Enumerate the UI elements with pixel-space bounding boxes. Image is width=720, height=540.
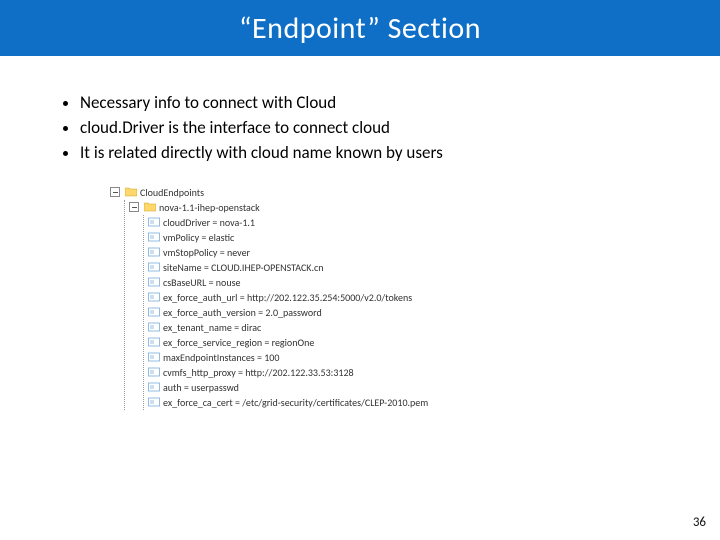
tree-attr-label: vmPolicy = elastic <box>163 230 234 245</box>
tree-attr-node: auth = userpasswd <box>148 380 720 395</box>
attr-icon <box>148 397 160 407</box>
page-number: 36 <box>693 515 706 530</box>
tree-attr-label: ex_force_service_region = regionOne <box>163 335 314 350</box>
tree-attr-label: maxEndpointInstances = 100 <box>163 350 279 365</box>
tree-attr-node: cloudDriver = nova-1.1 <box>148 215 720 230</box>
tree-attr-label: csBaseURL = nouse <box>163 275 240 290</box>
tree-attr-label: auth = userpasswd <box>163 380 239 395</box>
folder-icon <box>125 187 137 197</box>
tree-attr-node: maxEndpointInstances = 100 <box>148 350 720 365</box>
attr-icon <box>148 277 160 287</box>
tree-attr-label: cloudDriver = nova-1.1 <box>163 215 255 230</box>
tree-attr-node: csBaseURL = nouse <box>148 275 720 290</box>
title-bar: “Endpoint” Section <box>0 0 720 56</box>
tree-attr-label: ex_force_auth_url = http://202.122.35.25… <box>163 290 412 305</box>
bullet-list: Necessary info to connect with Cloud clo… <box>40 92 720 165</box>
tree-root-label: CloudEndpoints <box>140 185 204 200</box>
attr-icon <box>148 337 160 347</box>
tree-child-label: nova-1.1-ihep-openstack <box>159 200 260 215</box>
attr-icon <box>148 232 160 242</box>
bullet-item: cloud.Driver is the interface to connect… <box>80 117 720 140</box>
tree-attr-node: vmPolicy = elastic <box>148 230 720 245</box>
attr-icon <box>148 382 160 392</box>
config-tree: CloudEndpoints nova-1.1-ihep-openstack c… <box>110 185 720 410</box>
tree-attr-node: cvmfs_http_proxy = http://202.122.33.53:… <box>148 365 720 380</box>
collapse-icon <box>129 202 139 212</box>
tree-attr-node: ex_force_service_region = regionOne <box>148 335 720 350</box>
tree-attr-node: ex_force_auth_version = 2.0_password <box>148 305 720 320</box>
tree-attr-label: ex_tenant_name = dirac <box>163 320 261 335</box>
attr-icon <box>148 292 160 302</box>
attr-icon <box>148 262 160 272</box>
tree-attr-label: cvmfs_http_proxy = http://202.122.33.53:… <box>163 365 354 380</box>
attribute-list: cloudDriver = nova-1.1 vmPolicy = elasti… <box>143 215 720 410</box>
attr-icon <box>148 322 160 332</box>
tree-attr-label: ex_force_ca_cert = /etc/grid-security/ce… <box>163 395 428 410</box>
tree-attr-label: siteName = CLOUD.IHEP-OPENSTACK.cn <box>163 260 323 275</box>
tree-attr-label: ex_force_auth_version = 2.0_password <box>163 305 322 320</box>
tree-root-node: CloudEndpoints <box>110 185 720 200</box>
tree-attr-node: ex_tenant_name = dirac <box>148 320 720 335</box>
tree-attr-node: vmStopPolicy = never <box>148 245 720 260</box>
attr-icon <box>148 217 160 227</box>
tree-attr-label: vmStopPolicy = never <box>163 245 250 260</box>
bullet-item: Necessary info to connect with Cloud <box>80 92 720 115</box>
bullet-item: It is related directly with cloud name k… <box>80 142 720 165</box>
tree-attr-node: ex_force_ca_cert = /etc/grid-security/ce… <box>148 395 720 410</box>
attr-icon <box>148 247 160 257</box>
attr-icon <box>148 352 160 362</box>
folder-icon <box>144 202 156 212</box>
attr-icon <box>148 367 160 377</box>
tree-attr-node: ex_force_auth_url = http://202.122.35.25… <box>148 290 720 305</box>
tree-attr-node: siteName = CLOUD.IHEP-OPENSTACK.cn <box>148 260 720 275</box>
tree-child-node: nova-1.1-ihep-openstack <box>129 200 720 215</box>
collapse-icon <box>110 187 120 197</box>
slide-title: “Endpoint” Section <box>239 10 481 47</box>
attr-icon <box>148 307 160 317</box>
